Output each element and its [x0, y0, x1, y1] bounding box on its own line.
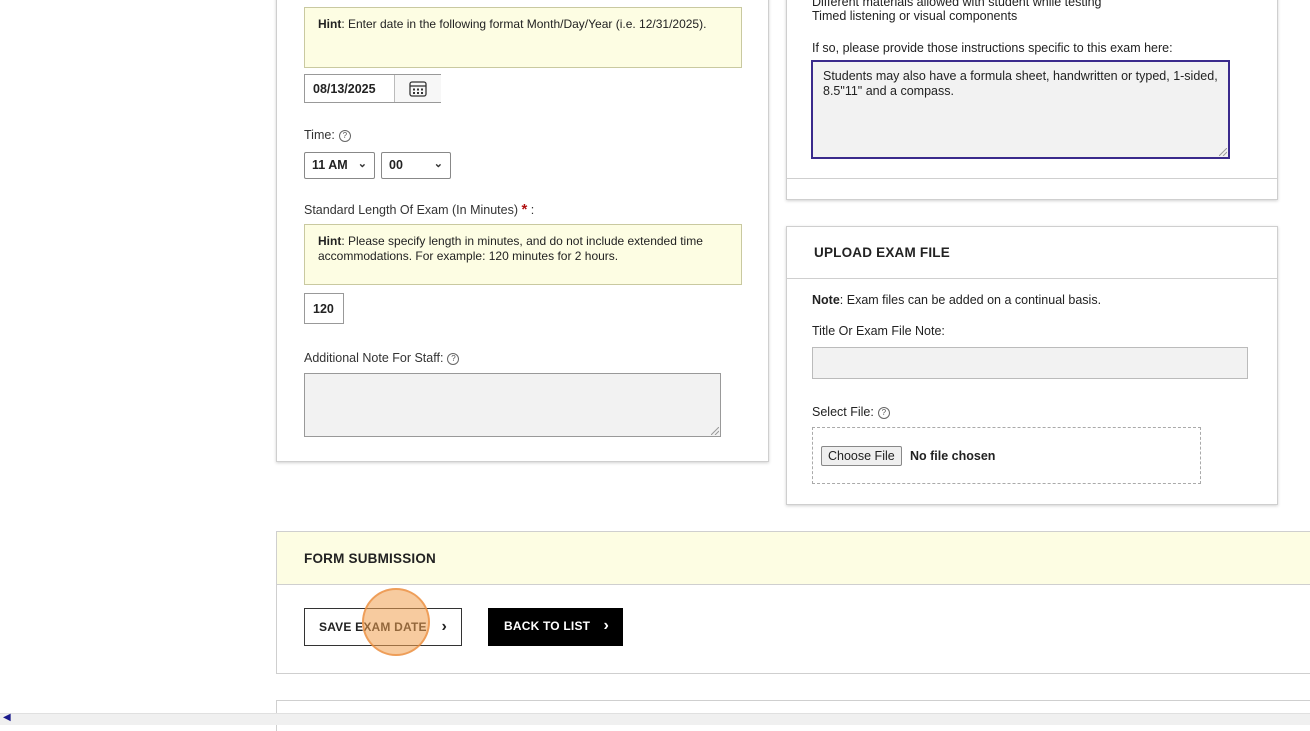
instruction-item-materials: Different materials allowed with student…	[812, 0, 1102, 9]
upload-exam-file-panel: UPLOAD EXAM FILE Note: Exam files can be…	[786, 226, 1278, 505]
help-circle-icon[interactable]: ?	[877, 406, 890, 419]
help-circle-icon[interactable]: ?	[447, 352, 460, 365]
required-asterisk: *	[521, 201, 528, 218]
length-label: Standard Length Of Exam (In Minutes) * :	[304, 201, 535, 218]
horizontal-scrollbar[interactable]: ◀	[0, 712, 1310, 725]
note-label: Additional Note For Staff:?	[304, 351, 460, 365]
length-input-value: 120	[313, 302, 334, 316]
select-file-label: Select File:?	[812, 405, 890, 419]
chevron-right-icon: ›	[441, 618, 447, 635]
date-input-group: 08/13/2025	[304, 74, 441, 103]
file-title-label: Title Or Exam File Note:	[812, 324, 945, 338]
help-circle-icon[interactable]: ?	[338, 129, 351, 142]
save-exam-date-button[interactable]: SAVE EXAM DATE ›	[304, 608, 462, 646]
resize-handle-icon[interactable]	[711, 427, 719, 435]
upload-note-text: : Exam files can be added on a continual…	[839, 293, 1102, 307]
upload-panel-title: UPLOAD EXAM FILE	[787, 227, 1277, 279]
instructions-prompt: If so, please provide those instructions…	[812, 41, 1173, 55]
instruction-item-timed: Timed listening or visual components	[812, 9, 1018, 23]
resize-handle-icon[interactable]	[1219, 148, 1227, 156]
form-submission-title: FORM SUBMISSION	[277, 532, 1310, 585]
hour-select[interactable]: 11 AM ⌄	[304, 152, 375, 179]
length-hint-text: : Please specify length in minutes, and …	[318, 234, 703, 263]
length-hint-bold: Hint	[318, 234, 342, 248]
file-drop-area[interactable]: Choose File No file chosen	[812, 427, 1201, 484]
instructions-textarea-value: Students may also have a formula sheet, …	[823, 69, 1218, 98]
file-status: No file chosen	[910, 449, 996, 463]
length-hint: Hint: Please specify length in minutes, …	[304, 224, 742, 285]
instructions-textarea[interactable]: Students may also have a formula sheet, …	[811, 60, 1230, 159]
file-title-input[interactable]	[812, 347, 1248, 379]
upload-note-bold: Note	[812, 293, 840, 307]
special-instructions-panel: Different materials allowed with student…	[786, 0, 1278, 200]
calendar-icon	[409, 81, 427, 97]
back-to-list-button[interactable]: BACK TO LIST ›	[488, 608, 623, 646]
form-submission-panel: FORM SUBMISSION SAVE EXAM DATE › BACK TO…	[276, 531, 1310, 674]
calendar-button[interactable]	[394, 75, 441, 102]
time-label: Time:?	[304, 128, 351, 142]
chevron-down-icon: ⌄	[357, 158, 367, 170]
choose-file-button[interactable]: Choose File	[821, 446, 902, 466]
staff-note-textarea[interactable]	[304, 373, 721, 437]
scroll-left-arrow-icon[interactable]: ◀	[3, 712, 11, 723]
date-hint-bold: Hint	[318, 17, 342, 31]
minute-select[interactable]: 00 ⌄	[381, 152, 451, 179]
exam-details-panel: Hint: Enter date in the following format…	[276, 0, 769, 462]
date-hint: Hint: Enter date in the following format…	[304, 7, 742, 68]
chevron-right-icon: ›	[603, 617, 609, 634]
length-input[interactable]: 120	[304, 293, 344, 324]
upload-note: Note: Exam files can be added on a conti…	[812, 293, 1101, 307]
panel-divider	[787, 178, 1277, 179]
date-input[interactable]: 08/13/2025	[313, 82, 376, 96]
date-hint-text: : Enter date in the following format Mon…	[341, 17, 707, 31]
chevron-down-icon: ⌄	[433, 158, 443, 170]
